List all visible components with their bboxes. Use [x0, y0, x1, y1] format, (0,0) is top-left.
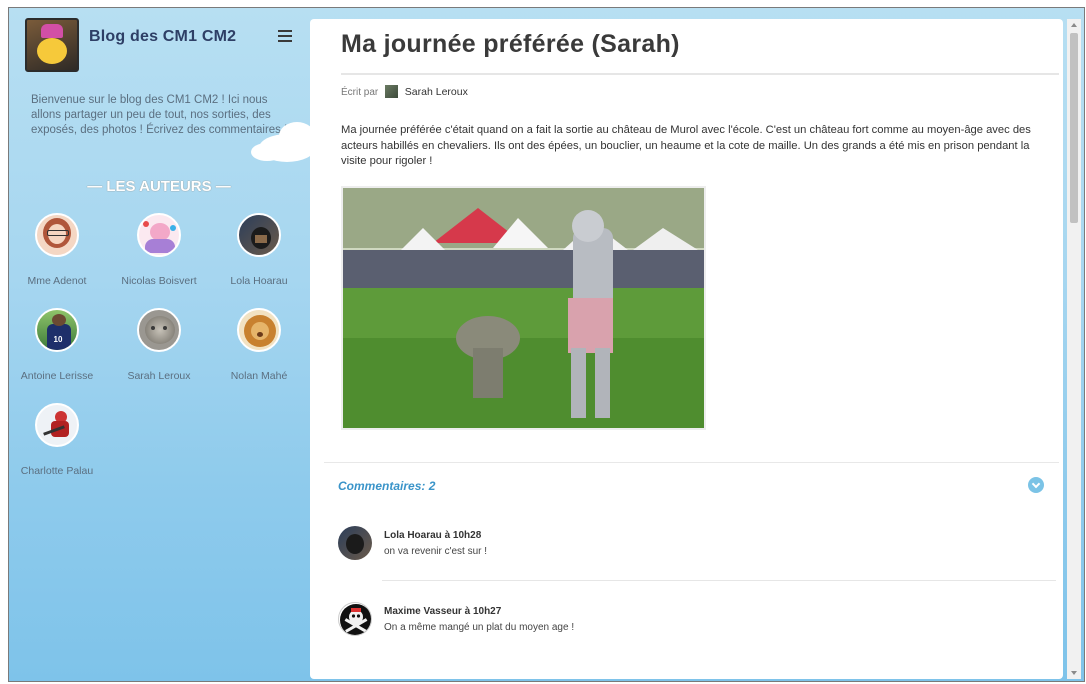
site-title[interactable]: Blog des CM1 CM2 [89, 28, 236, 46]
author-card[interactable]: Mme Adenot [9, 213, 105, 287]
scroll-down-arrow-icon[interactable] [1071, 671, 1077, 675]
comments-divider [324, 462, 1059, 463]
author-avatar: 10 [35, 308, 79, 352]
comment-header: Lola Hoarau à 10h28 [384, 530, 482, 541]
comment-avatar [338, 526, 372, 560]
author-name: Charlotte Palau [20, 465, 94, 477]
comment-text: On a même mangé un plat du moyen age ! [384, 622, 575, 633]
authors-heading: — LES AUTEURS — [87, 178, 231, 195]
cloud-icon [251, 122, 315, 162]
author-avatar [35, 213, 79, 257]
author-card[interactable]: Sarah Leroux [111, 308, 207, 382]
knights-photo-illustration [343, 188, 704, 428]
post-byline: Écrit par Sarah Leroux [341, 85, 468, 98]
author-name: Mme Adenot [27, 275, 87, 287]
title-divider [341, 73, 1059, 75]
logo-hat [41, 24, 63, 38]
author-name: Antoine Lerisse [20, 370, 94, 382]
chevron-down-circle-icon[interactable] [1028, 477, 1044, 493]
comment-avatar [338, 602, 372, 636]
author-avatar [137, 213, 181, 257]
author-name: Sarah Leroux [127, 370, 191, 382]
author-name: Nicolas Boisvert [121, 275, 197, 287]
author-card[interactable]: Lola Hoarau [211, 213, 307, 287]
author-name: Lola Hoarau [230, 275, 288, 287]
author-card[interactable]: Charlotte Palau [9, 403, 105, 477]
author-avatar [237, 213, 281, 257]
hamburger-menu-icon[interactable] [278, 30, 292, 42]
logo-character [37, 38, 67, 64]
author-name: Nolan Mahé [230, 370, 288, 382]
author-avatar [137, 308, 181, 352]
written-by-label: Écrit par [341, 87, 379, 98]
author-card[interactable]: 10 Antoine Lerisse [9, 308, 105, 382]
scroll-up-arrow-icon[interactable] [1071, 23, 1077, 27]
sidebar: Blog des CM1 CM2 Bienvenue sur le blog d… [9, 8, 315, 681]
author-card[interactable]: Nicolas Boisvert [111, 213, 207, 287]
author-avatar [35, 403, 79, 447]
page-scrollbar[interactable] [1067, 19, 1081, 679]
comment-divider [382, 580, 1056, 581]
blog-logo[interactable] [25, 18, 79, 72]
pirate-skull-icon [340, 604, 371, 635]
post-title: Ma journée préférée (Sarah) [341, 30, 680, 58]
comments-title[interactable]: Commentaires: 2 [338, 479, 435, 493]
post-body: Ma journée préférée c'était quand on a f… [341, 124, 1031, 167]
comment-text: on va revenir c'est sur ! [384, 546, 488, 557]
author-avatar [237, 308, 281, 352]
post-author-link[interactable]: Sarah Leroux [405, 86, 468, 98]
scrollbar-thumb[interactable] [1070, 33, 1078, 223]
post-panel: Ma journée préférée (Sarah) Écrit par Sa… [310, 19, 1063, 679]
author-avatar-small [385, 85, 399, 98]
author-card[interactable]: Nolan Mahé [211, 308, 307, 382]
browser-viewport: Blog des CM1 CM2 Bienvenue sur le blog d… [8, 7, 1085, 682]
post-photo-knights[interactable] [341, 186, 706, 430]
comment-header: Maxime Vasseur à 10h27 [384, 606, 502, 617]
